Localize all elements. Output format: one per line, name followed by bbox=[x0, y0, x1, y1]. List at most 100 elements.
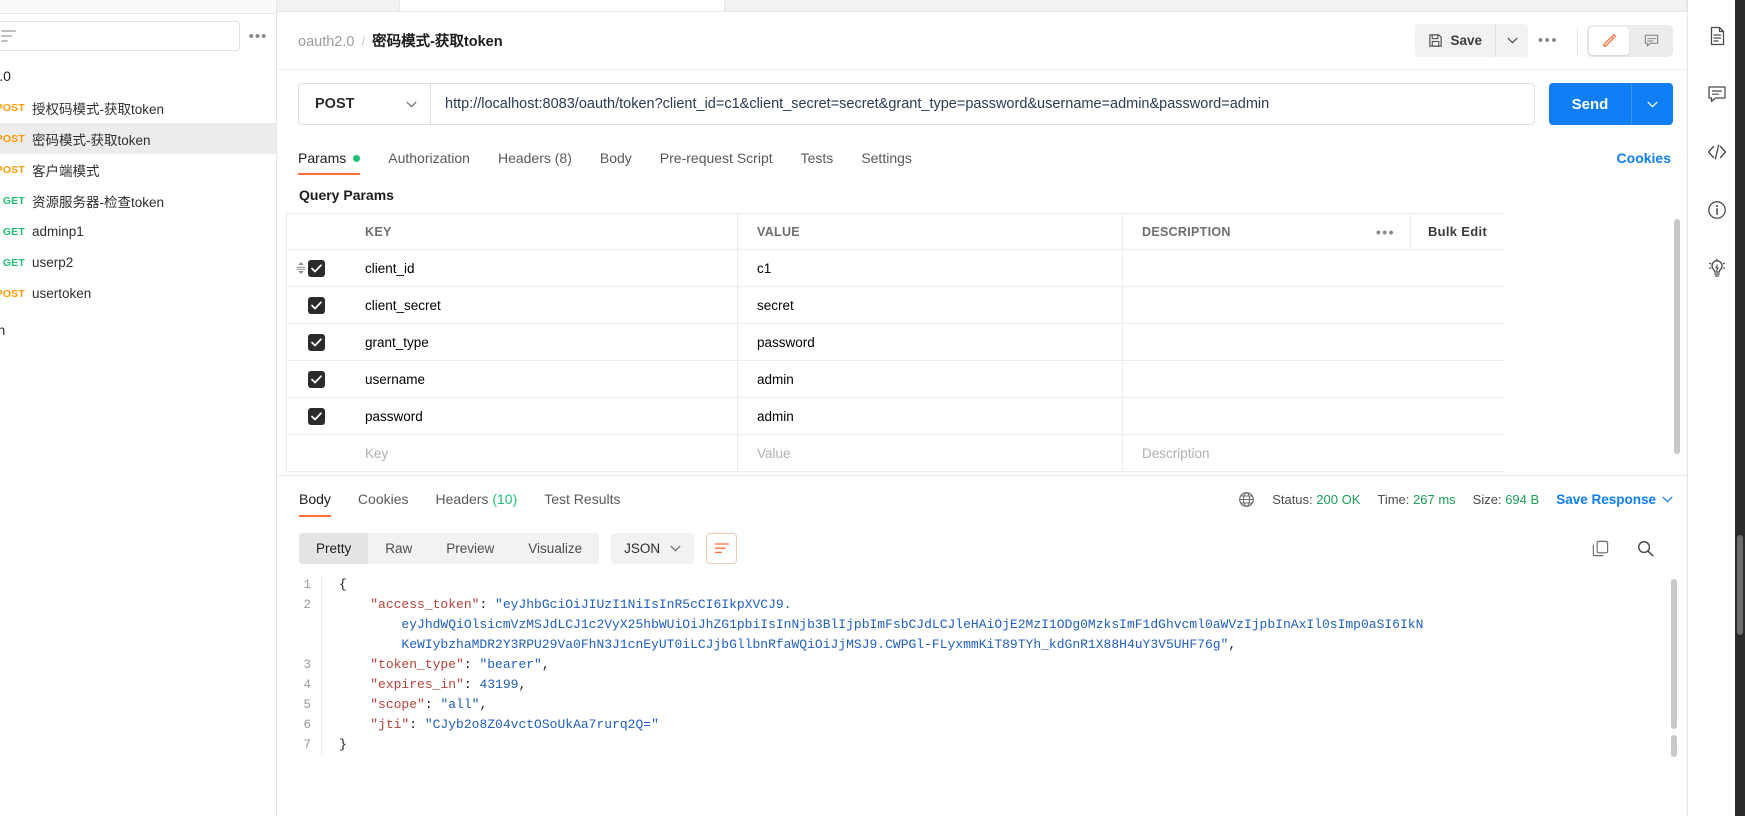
table-row-empty[interactable]: Key Value Description bbox=[287, 435, 1504, 472]
tab-body[interactable]: Body bbox=[600, 150, 632, 175]
row-checkbox[interactable] bbox=[308, 296, 325, 314]
row-description[interactable] bbox=[1123, 361, 1504, 397]
code-scrollbar-secondary[interactable] bbox=[1671, 735, 1677, 757]
response-view-mode-group: Pretty Raw Preview Visualize bbox=[299, 533, 600, 564]
response-format-select[interactable]: JSON bbox=[611, 533, 695, 564]
tab-strip-slot-1[interactable] bbox=[277, 0, 400, 11]
tab-tests[interactable]: Tests bbox=[801, 150, 834, 175]
breadcrumb-separator: / bbox=[361, 34, 366, 49]
row-key[interactable]: client_id bbox=[346, 250, 738, 286]
params-more-button[interactable]: ••• bbox=[1361, 214, 1411, 249]
drag-handle-icon[interactable] bbox=[295, 261, 307, 275]
tab-params[interactable]: Params bbox=[298, 150, 361, 175]
send-dropdown-button[interactable] bbox=[1631, 83, 1673, 125]
row-checkbox[interactable] bbox=[308, 259, 325, 277]
table-row[interactable]: grant_type password bbox=[287, 324, 1504, 361]
save-dropdown-button[interactable] bbox=[1495, 24, 1528, 57]
response-body-code[interactable]: 1{ 2 "access_token": "eyJhbGciOiJIUzI1Ni… bbox=[277, 575, 1687, 816]
sidebar-item-request-3[interactable]: GET 资源服务器-检查token bbox=[0, 185, 276, 216]
window-scrollbar[interactable] bbox=[1735, 0, 1745, 816]
tab-authorization[interactable]: Authorization bbox=[388, 150, 470, 175]
comment-icon[interactable] bbox=[1703, 80, 1731, 108]
row-value[interactable]: c1 bbox=[738, 250, 1123, 286]
new-row-value-input[interactable]: Value bbox=[738, 435, 1123, 471]
header-more-button[interactable]: ••• bbox=[1528, 24, 1568, 57]
sidebar-item-request-4[interactable]: GET adminp1 bbox=[0, 216, 276, 247]
sidebar-more-button[interactable]: ••• bbox=[246, 24, 270, 48]
view-mode-preview[interactable]: Preview bbox=[429, 533, 511, 564]
row-key[interactable]: client_secret bbox=[346, 287, 738, 323]
tab-strip-slot-active[interactable] bbox=[400, 0, 725, 11]
row-key[interactable]: username bbox=[346, 361, 738, 397]
row-key[interactable]: password bbox=[346, 398, 738, 434]
code-icon[interactable] bbox=[1703, 138, 1731, 166]
table-row[interactable]: password admin bbox=[287, 398, 1504, 435]
edit-mode-button[interactable] bbox=[1589, 26, 1629, 55]
row-description[interactable] bbox=[1123, 287, 1504, 323]
response-tab-headers[interactable]: Headers (10) bbox=[436, 481, 518, 517]
row-checkbox[interactable] bbox=[308, 333, 325, 351]
send-button[interactable]: Send bbox=[1549, 83, 1631, 125]
code-line-text: } bbox=[321, 735, 1687, 755]
table-row[interactable]: client_secret secret bbox=[287, 287, 1504, 324]
comment-mode-button[interactable] bbox=[1631, 27, 1671, 55]
save-response-button[interactable]: Save Response bbox=[1556, 492, 1673, 507]
response-tab-test-results[interactable]: Test Results bbox=[544, 481, 620, 517]
params-scrollbar[interactable] bbox=[1674, 219, 1680, 454]
sidebar-filter-input[interactable] bbox=[0, 21, 240, 51]
code-scrollbar[interactable] bbox=[1671, 579, 1677, 729]
breadcrumb-request-name[interactable]: 密码模式-获取token bbox=[372, 30, 503, 51]
sidebar-item-request-0[interactable]: POST 授权码模式-获取token bbox=[0, 92, 276, 123]
table-row[interactable]: client_id c1 bbox=[287, 250, 1504, 287]
collection-title: uth2.0 bbox=[0, 68, 11, 84]
new-row-description-input[interactable]: Description bbox=[1123, 435, 1504, 471]
time-block: Time: 267 ms bbox=[1377, 492, 1455, 507]
breadcrumb-collection[interactable]: oauth2.0 bbox=[298, 34, 354, 50]
row-description[interactable] bbox=[1123, 398, 1504, 434]
search-response-button[interactable] bbox=[1636, 539, 1655, 558]
sidebar-item-request-1[interactable]: POST 密码模式-获取token bbox=[0, 123, 276, 154]
row-description[interactable] bbox=[1123, 250, 1504, 286]
row-checkbox[interactable] bbox=[308, 407, 325, 425]
tab-pre-request-script[interactable]: Pre-request Script bbox=[660, 150, 773, 175]
chevron-down-icon bbox=[1507, 37, 1517, 44]
window-scrollbar-thumb[interactable] bbox=[1737, 535, 1743, 635]
view-mode-visualize[interactable]: Visualize bbox=[511, 533, 599, 564]
save-button[interactable]: Save bbox=[1415, 24, 1495, 57]
url-input[interactable]: http://localhost:8083/oauth/token?client… bbox=[430, 83, 1535, 125]
row-value[interactable]: admin bbox=[738, 398, 1123, 434]
document-icon[interactable] bbox=[1703, 22, 1731, 50]
row-key[interactable]: grant_type bbox=[346, 324, 738, 360]
table-row[interactable]: username admin bbox=[287, 361, 1504, 398]
info-icon[interactable] bbox=[1703, 196, 1731, 224]
row-check-cell bbox=[287, 398, 346, 434]
sidebar-item-request-2[interactable]: POST 客户端模式 bbox=[0, 154, 276, 185]
view-mode-raw[interactable]: Raw bbox=[368, 533, 429, 564]
cookies-link[interactable]: Cookies bbox=[1617, 150, 1671, 166]
bulk-edit-button[interactable]: Bulk Edit bbox=[1411, 224, 1504, 239]
new-row-key-input[interactable]: Key bbox=[346, 435, 738, 471]
method-badge: GET bbox=[2, 256, 25, 269]
response-tab-cookies[interactable]: Cookies bbox=[358, 481, 409, 517]
sidebar-top-strip bbox=[0, 0, 276, 14]
wrap-lines-button[interactable] bbox=[706, 533, 738, 564]
sidebar-footer-item[interactable]: kin bbox=[0, 309, 276, 338]
row-value[interactable]: admin bbox=[738, 361, 1123, 397]
method-badge: POST bbox=[0, 132, 25, 145]
tab-strip-slot-3[interactable] bbox=[725, 0, 1687, 11]
sidebar-item-request-5[interactable]: GET userp2 bbox=[0, 247, 276, 278]
http-method-select[interactable]: POST bbox=[298, 83, 430, 125]
row-checkbox[interactable] bbox=[308, 370, 325, 388]
tab-settings[interactable]: Settings bbox=[861, 150, 912, 175]
row-value[interactable]: secret bbox=[738, 287, 1123, 323]
row-value[interactable]: password bbox=[738, 324, 1123, 360]
sidebar-search-row: ••• bbox=[0, 14, 276, 58]
row-check-cell bbox=[287, 324, 346, 360]
view-mode-pretty[interactable]: Pretty bbox=[299, 533, 369, 564]
tab-headers[interactable]: Headers (8) bbox=[498, 150, 572, 175]
response-tab-body[interactable]: Body bbox=[299, 481, 331, 517]
row-description[interactable] bbox=[1123, 324, 1504, 360]
copy-response-button[interactable] bbox=[1591, 539, 1610, 558]
sidebar-item-request-6[interactable]: POST usertoken bbox=[0, 278, 276, 309]
lightbulb-icon[interactable] bbox=[1703, 254, 1731, 282]
